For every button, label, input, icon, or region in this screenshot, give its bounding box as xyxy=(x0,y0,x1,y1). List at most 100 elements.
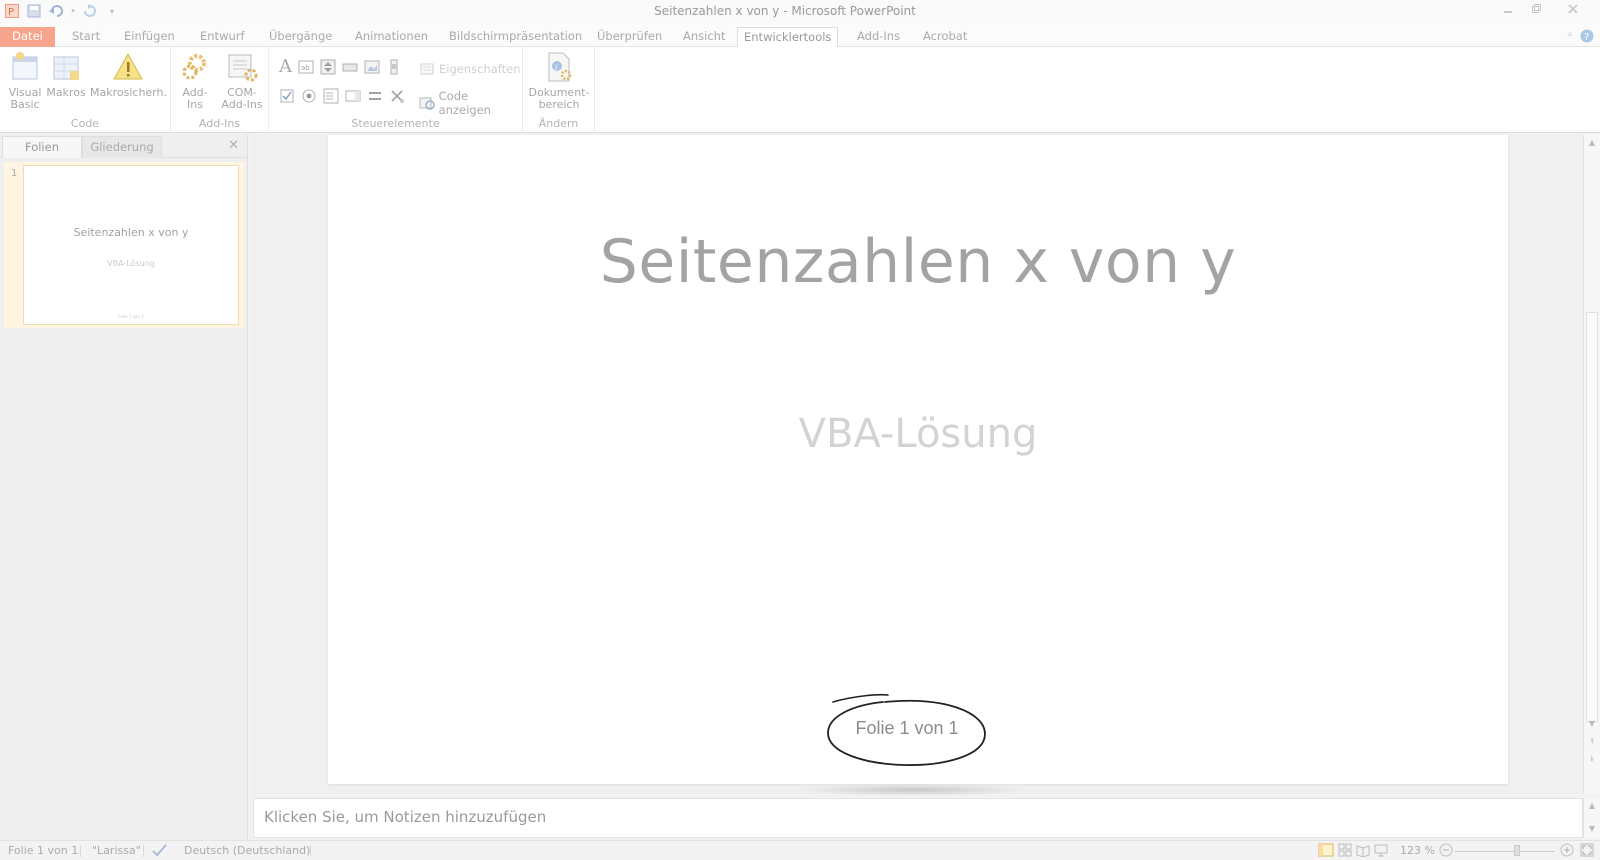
slide-title[interactable]: Seitenzahlen x von y xyxy=(328,227,1508,297)
slide-editing-area: Seitenzahlen x von y VBA-Lösung Folie 1 … xyxy=(253,134,1583,796)
document-panel-icon: i xyxy=(548,52,572,82)
gear-icon xyxy=(182,54,206,80)
close-button[interactable] xyxy=(1550,0,1596,18)
zoom-level[interactable]: 123 % xyxy=(1400,844,1435,857)
tab-ueberpruefen[interactable]: Überprüfen xyxy=(591,27,668,47)
vertical-scrollbar[interactable]: ▲ ▼ ⯭ ⯯ xyxy=(1583,134,1600,794)
slide-canvas[interactable]: Seitenzahlen x von y VBA-Lösung Folie 1 … xyxy=(328,135,1508,784)
language-indicator[interactable]: Deutsch (Deutschland) xyxy=(184,844,310,857)
macros-icon xyxy=(53,56,79,80)
tab-folien[interactable]: Folien xyxy=(2,136,82,158)
combobox-control-icon[interactable] xyxy=(345,88,361,104)
svg-text:?: ? xyxy=(1584,32,1589,43)
add-ins-button[interactable]: Add-Ins xyxy=(175,51,215,111)
notes-scroll-up-icon[interactable]: ▲ xyxy=(1584,801,1600,810)
slide-thumbnail-item[interactable]: 1 Seitenzahlen x von y VBA-Lösung Folie … xyxy=(4,162,244,328)
status-separator xyxy=(143,845,144,857)
warning-icon xyxy=(113,52,143,80)
tab-acrobat[interactable]: Acrobat xyxy=(917,27,973,47)
status-bar: Folie 1 von 1 "Larissa" Deutsch (Deutsch… xyxy=(0,840,1600,860)
svg-text:ab: ab xyxy=(301,64,310,72)
addins-group: Add-Ins COM- Add-Ins Add-Ins xyxy=(171,47,269,133)
tab-ansicht[interactable]: Ansicht xyxy=(677,27,731,47)
status-separator xyxy=(310,845,311,857)
visual-basic-button[interactable]: Visual Basic xyxy=(6,51,44,111)
thumbnail-title: Seitenzahlen x von y xyxy=(73,226,189,239)
tab-einfuegen[interactable]: Einfügen xyxy=(118,27,181,47)
scroll-thumb[interactable] xyxy=(1586,312,1598,722)
tab-datei[interactable]: Datei xyxy=(0,27,55,47)
minimize-ribbon-icon[interactable]: ▵ xyxy=(1567,29,1572,46)
tab-add-ins[interactable]: Add-Ins xyxy=(851,27,906,47)
notes-scrollbar[interactable]: ▲ ▼ xyxy=(1583,798,1600,838)
com-addins-icon xyxy=(228,54,258,82)
tab-entwicklertools[interactable]: Entwicklertools xyxy=(737,27,839,48)
visual-basic-icon xyxy=(12,52,38,80)
thumbnail-footer: Folie 1 von 1 xyxy=(118,314,144,319)
eigenschaften-button[interactable]: Eigenschaften xyxy=(419,61,521,77)
spin-button-icon[interactable] xyxy=(320,59,336,75)
image-control-icon[interactable] xyxy=(364,59,380,75)
normal-view-icon[interactable] xyxy=(1318,843,1334,860)
zoom-slider[interactable] xyxy=(1455,851,1555,852)
com-add-ins-button[interactable]: COM- Add-Ins xyxy=(219,51,265,111)
pane-tab-bar: Folien Gliederung ✕ xyxy=(0,134,247,158)
slides-pane: Folien Gliederung ✕ 1 Seitenzahlen x von… xyxy=(0,134,248,840)
close-pane-icon[interactable]: ✕ xyxy=(228,138,239,153)
listbox-control-icon[interactable] xyxy=(323,88,339,104)
notes-scroll-down-icon[interactable]: ▼ xyxy=(1584,824,1600,833)
code-anzeigen-button[interactable]: Code anzeigen xyxy=(419,89,522,117)
modify-group-label: Ändern xyxy=(538,117,579,130)
window-controls xyxy=(1494,0,1596,18)
code-group-label: Code xyxy=(70,117,100,130)
toggle-button-icon[interactable] xyxy=(367,88,383,104)
properties-icon xyxy=(420,63,434,75)
scrollbar-control-icon[interactable] xyxy=(386,59,402,75)
command-button-icon[interactable] xyxy=(342,59,358,75)
next-slide-icon[interactable]: ⯯ xyxy=(1584,754,1600,764)
theme-name: "Larissa" xyxy=(92,844,141,857)
slide-sorter-view-icon[interactable] xyxy=(1338,843,1352,860)
help-icon[interactable]: ? xyxy=(1580,29,1594,46)
slide-thumbnail[interactable]: Seitenzahlen x von y VBA-Lösung Folie 1 … xyxy=(23,165,239,325)
scroll-down-arrow-icon[interactable]: ▼ xyxy=(1584,719,1600,728)
notes-pane[interactable]: Klicken Sie, um Notizen hinzuzufügen xyxy=(253,798,1583,838)
tab-start[interactable]: Start xyxy=(66,27,106,47)
zoom-in-icon[interactable] xyxy=(1560,843,1574,860)
svg-text:i: i xyxy=(555,63,557,72)
dokumentbereich-button[interactable]: i Dokument-bereich xyxy=(527,51,591,111)
textbox-control-icon[interactable]: ab xyxy=(298,59,314,75)
slide-number: 1 xyxy=(11,168,18,179)
scroll-up-arrow-icon[interactable]: ▲ xyxy=(1584,138,1600,147)
slide-shadow xyxy=(793,784,1033,796)
notes-placeholder[interactable]: Klicken Sie, um Notizen hinzuzufügen xyxy=(264,808,546,826)
reading-view-icon[interactable] xyxy=(1356,843,1370,860)
view-code-icon xyxy=(419,97,435,110)
ribbon: Visual Basic Makros Makrosicherh. Code Ad… xyxy=(0,47,1600,133)
slide-show-view-icon[interactable] xyxy=(1374,843,1388,860)
ribbon-tab-bar: Datei Start Einfügen Entwurf Übergänge A… xyxy=(0,24,1600,48)
slide-subtitle[interactable]: VBA-Lösung xyxy=(328,411,1508,457)
option-button-icon[interactable] xyxy=(301,88,317,104)
zoom-slider-thumb[interactable] xyxy=(1514,845,1520,856)
label-control-icon[interactable]: A xyxy=(279,58,292,76)
slide-number-footer[interactable]: Folie 1 von 1 xyxy=(823,718,991,739)
spelling-check-icon[interactable] xyxy=(151,842,169,860)
zoom-out-icon[interactable] xyxy=(1439,843,1453,860)
tab-uebergaenge[interactable]: Übergänge xyxy=(263,27,338,47)
fit-to-window-icon[interactable] xyxy=(1580,843,1594,860)
restore-button[interactable] xyxy=(1522,0,1550,18)
tab-animationen[interactable]: Animationen xyxy=(349,27,434,47)
checkbox-control-icon[interactable] xyxy=(279,88,295,104)
thumbnail-subtitle: VBA-Lösung xyxy=(107,259,155,268)
minimize-button[interactable] xyxy=(1494,0,1522,18)
makrosicherheit-button[interactable]: Makrosicherh. xyxy=(90,51,167,99)
controls-row-2 xyxy=(279,88,405,104)
slide-indicator: Folie 1 von 1 xyxy=(8,844,79,857)
tab-bildschirmpraesentation[interactable]: Bildschirmpräsentation xyxy=(443,27,588,47)
makros-button[interactable]: Makros xyxy=(46,51,86,99)
tab-entwurf[interactable]: Entwurf xyxy=(194,27,251,47)
previous-slide-icon[interactable]: ⯭ xyxy=(1584,737,1600,747)
tab-gliederung[interactable]: Gliederung xyxy=(82,136,162,158)
more-controls-icon[interactable] xyxy=(389,88,405,104)
